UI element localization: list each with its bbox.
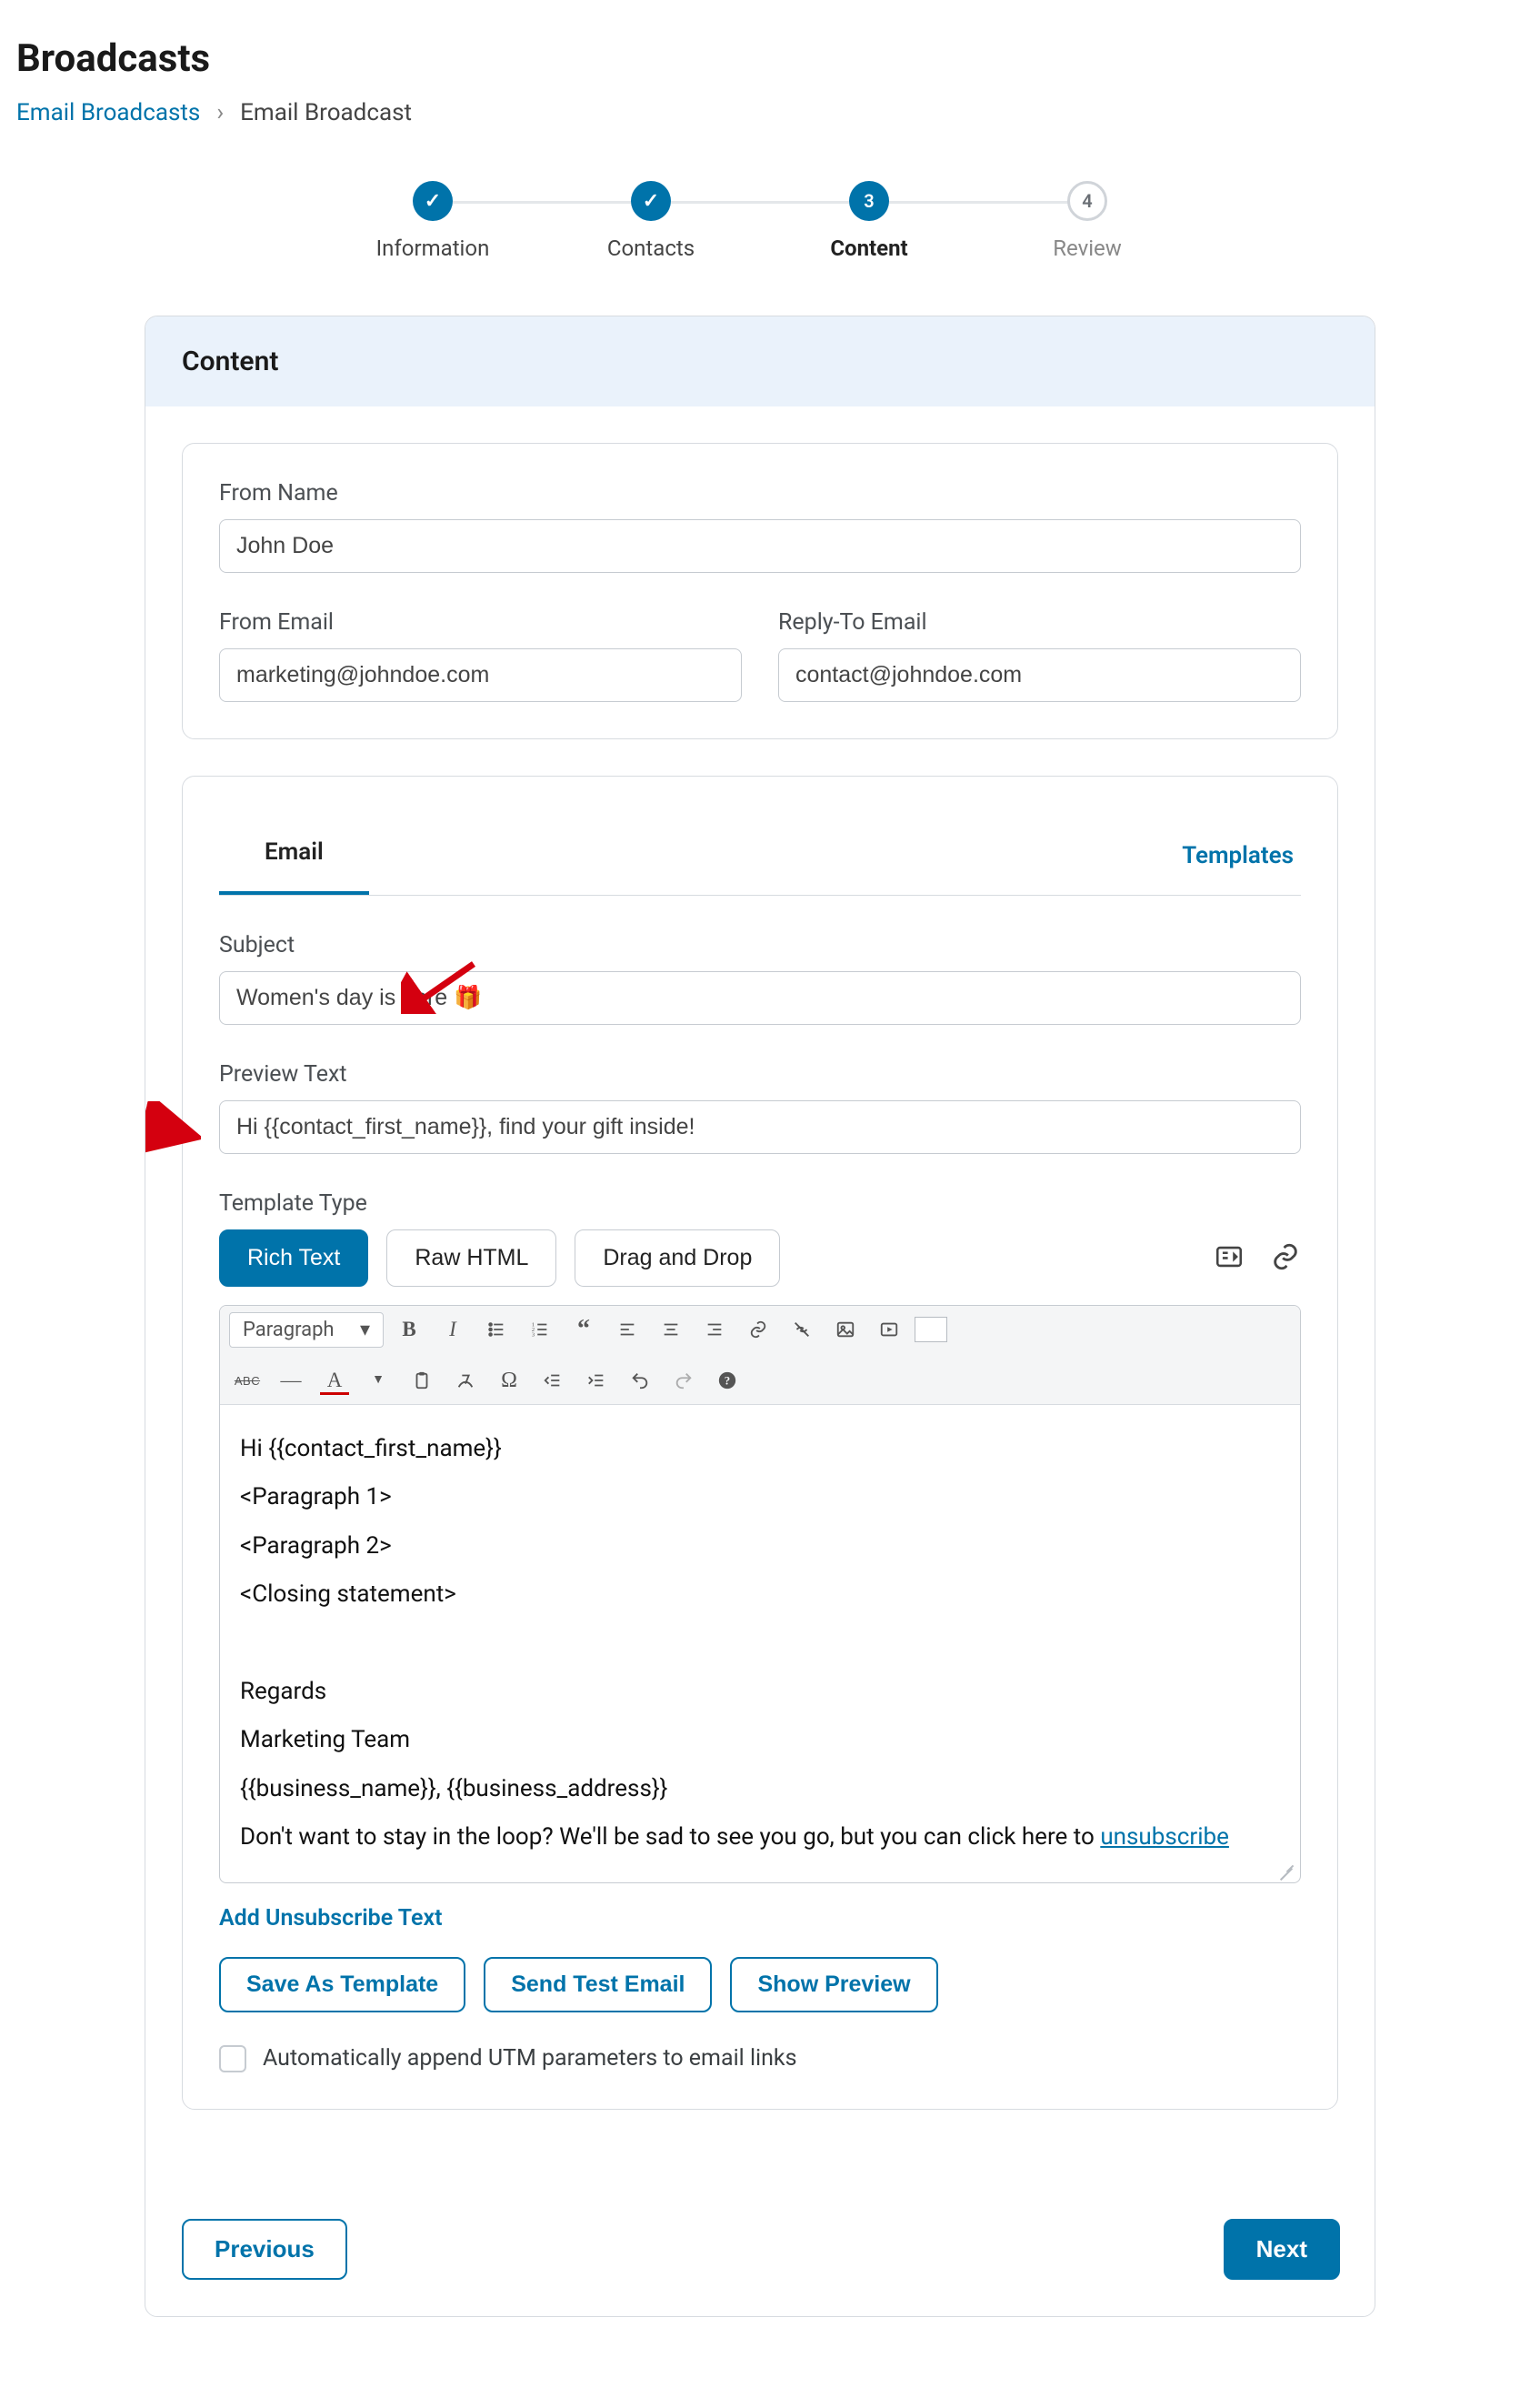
chevron-right-icon: › bbox=[216, 99, 224, 126]
check-icon: ✓ bbox=[425, 190, 441, 213]
from-name-input[interactable] bbox=[219, 519, 1301, 573]
add-unsubscribe-text[interactable]: Add Unsubscribe Text bbox=[219, 1905, 1301, 1931]
editor-line: Hi {{contact_first_name}} bbox=[240, 1427, 1280, 1471]
editor-line: Marketing Team bbox=[240, 1718, 1280, 1762]
svg-text:?: ? bbox=[725, 1375, 730, 1388]
align-right-button[interactable] bbox=[696, 1311, 733, 1348]
text-color-swatch[interactable] bbox=[915, 1317, 947, 1342]
block-format-select[interactable]: Paragraph ▾ bbox=[229, 1312, 384, 1348]
send-test-email-button[interactable]: Send Test Email bbox=[484, 1957, 712, 2012]
template-type-drag-and-drop[interactable]: Drag and Drop bbox=[575, 1229, 780, 1287]
breadcrumb-root[interactable]: Email Broadcasts bbox=[16, 99, 200, 126]
editor-content[interactable]: Hi {{contact_first_name}} <Paragraph 1> … bbox=[220, 1405, 1300, 1882]
breadcrumb-current: Email Broadcast bbox=[240, 99, 412, 126]
link-icon[interactable] bbox=[1270, 1241, 1301, 1276]
text-color-button[interactable]: A bbox=[316, 1362, 353, 1399]
from-email-input[interactable] bbox=[219, 648, 742, 702]
utm-checkbox-row[interactable]: Automatically append UTM parameters to e… bbox=[219, 2045, 1301, 2072]
special-char-button[interactable]: Ω bbox=[491, 1362, 527, 1399]
step-label: Review bbox=[978, 236, 1196, 261]
reply-to-input[interactable] bbox=[778, 648, 1301, 702]
editor-line: <Paragraph 1> bbox=[240, 1475, 1280, 1520]
insert-link-button[interactable] bbox=[740, 1311, 776, 1348]
rich-text-editor: Paragraph ▾ B I 123 “ bbox=[219, 1305, 1301, 1883]
check-icon: ✓ bbox=[643, 190, 659, 213]
merge-tags-icon[interactable] bbox=[1214, 1241, 1245, 1276]
step-contacts[interactable]: ✓ Contacts bbox=[542, 181, 760, 261]
annotation-arrow-icon bbox=[145, 1101, 201, 1159]
step-content[interactable]: 3 Content bbox=[760, 181, 978, 261]
template-type-label: Template Type bbox=[219, 1190, 1301, 1217]
preview-text-input[interactable] bbox=[219, 1100, 1301, 1154]
align-left-button[interactable] bbox=[609, 1311, 645, 1348]
editor-toolbar: Paragraph ▾ B I 123 “ bbox=[220, 1306, 1300, 1405]
from-email-label: From Email bbox=[219, 609, 742, 636]
horizontal-rule-button[interactable]: — bbox=[273, 1362, 309, 1399]
step-label: Contacts bbox=[542, 236, 760, 261]
svg-text:3: 3 bbox=[532, 1331, 535, 1338]
templates-link[interactable]: Templates bbox=[1175, 817, 1301, 895]
step-review[interactable]: 4 Review bbox=[978, 181, 1196, 261]
outdent-button[interactable] bbox=[535, 1362, 571, 1399]
block-format-label: Paragraph bbox=[243, 1319, 335, 1341]
tab-email[interactable]: Email bbox=[219, 813, 369, 895]
align-center-button[interactable] bbox=[653, 1311, 689, 1348]
remove-format-button[interactable] bbox=[447, 1362, 484, 1399]
page-title: Broadcasts bbox=[16, 36, 1504, 81]
save-as-template-button[interactable]: Save As Template bbox=[219, 1957, 465, 2012]
utm-checkbox[interactable] bbox=[219, 2045, 246, 2072]
editor-line: <Closing statement> bbox=[240, 1572, 1280, 1617]
step-label: Information bbox=[324, 236, 542, 261]
italic-button[interactable]: I bbox=[435, 1311, 471, 1348]
redo-button[interactable] bbox=[665, 1362, 702, 1399]
step-information[interactable]: ✓ Information bbox=[324, 181, 542, 261]
utm-label: Automatically append UTM parameters to e… bbox=[263, 2045, 796, 2072]
resize-handle-icon[interactable] bbox=[1278, 1861, 1295, 1877]
content-card: Content From Name From Email Reply-To Em… bbox=[145, 316, 1375, 2317]
editor-line: <Paragraph 2> bbox=[240, 1524, 1280, 1569]
caret-down-icon: ▾ bbox=[360, 1319, 370, 1341]
preview-text-label: Preview Text bbox=[219, 1061, 1301, 1088]
paste-text-button[interactable] bbox=[404, 1362, 440, 1399]
next-button[interactable]: Next bbox=[1224, 2219, 1340, 2280]
blockquote-button[interactable]: “ bbox=[565, 1311, 602, 1348]
card-heading: Content bbox=[145, 316, 1375, 406]
from-name-label: From Name bbox=[219, 480, 1301, 507]
unsubscribe-link[interactable]: unsubscribe bbox=[1100, 1823, 1229, 1851]
breadcrumb: Email Broadcasts › Email Broadcast bbox=[16, 99, 1504, 126]
help-button[interactable]: ? bbox=[709, 1362, 745, 1399]
show-preview-button[interactable]: Show Preview bbox=[730, 1957, 937, 2012]
subject-input[interactable] bbox=[219, 971, 1301, 1025]
step-label: Content bbox=[760, 236, 978, 261]
progress-stepper: ✓ Information ✓ Contacts 3 Content 4 Rev… bbox=[16, 181, 1504, 261]
editor-line: Regards bbox=[240, 1670, 1280, 1714]
unlink-button[interactable] bbox=[784, 1311, 820, 1348]
from-panel: From Name From Email Reply-To Email bbox=[182, 443, 1338, 739]
template-type-raw-html[interactable]: Raw HTML bbox=[386, 1229, 556, 1287]
reply-to-label: Reply-To Email bbox=[778, 609, 1301, 636]
editor-line: Don't want to stay in the loop? We'll be… bbox=[240, 1815, 1280, 1860]
insert-image-button[interactable] bbox=[827, 1311, 864, 1348]
bold-button[interactable]: B bbox=[391, 1311, 427, 1348]
step-number: 4 bbox=[1067, 181, 1107, 221]
text-color-caret[interactable]: ▼ bbox=[360, 1362, 396, 1399]
numbered-list-button[interactable]: 123 bbox=[522, 1311, 558, 1348]
media-button[interactable] bbox=[871, 1311, 907, 1348]
template-type-rich-text[interactable]: Rich Text bbox=[219, 1229, 368, 1287]
step-number: 3 bbox=[849, 181, 889, 221]
strikethrough-button[interactable]: ABC bbox=[229, 1362, 265, 1399]
editor-line: {{business_name}}, {{business_address}} bbox=[240, 1767, 1280, 1811]
subject-label: Subject bbox=[219, 932, 1301, 958]
previous-button[interactable]: Previous bbox=[182, 2219, 347, 2280]
bullet-list-button[interactable] bbox=[478, 1311, 515, 1348]
undo-button[interactable] bbox=[622, 1362, 658, 1399]
indent-button[interactable] bbox=[578, 1362, 615, 1399]
email-panel: Email Templates Subject Preview Text bbox=[182, 776, 1338, 2110]
